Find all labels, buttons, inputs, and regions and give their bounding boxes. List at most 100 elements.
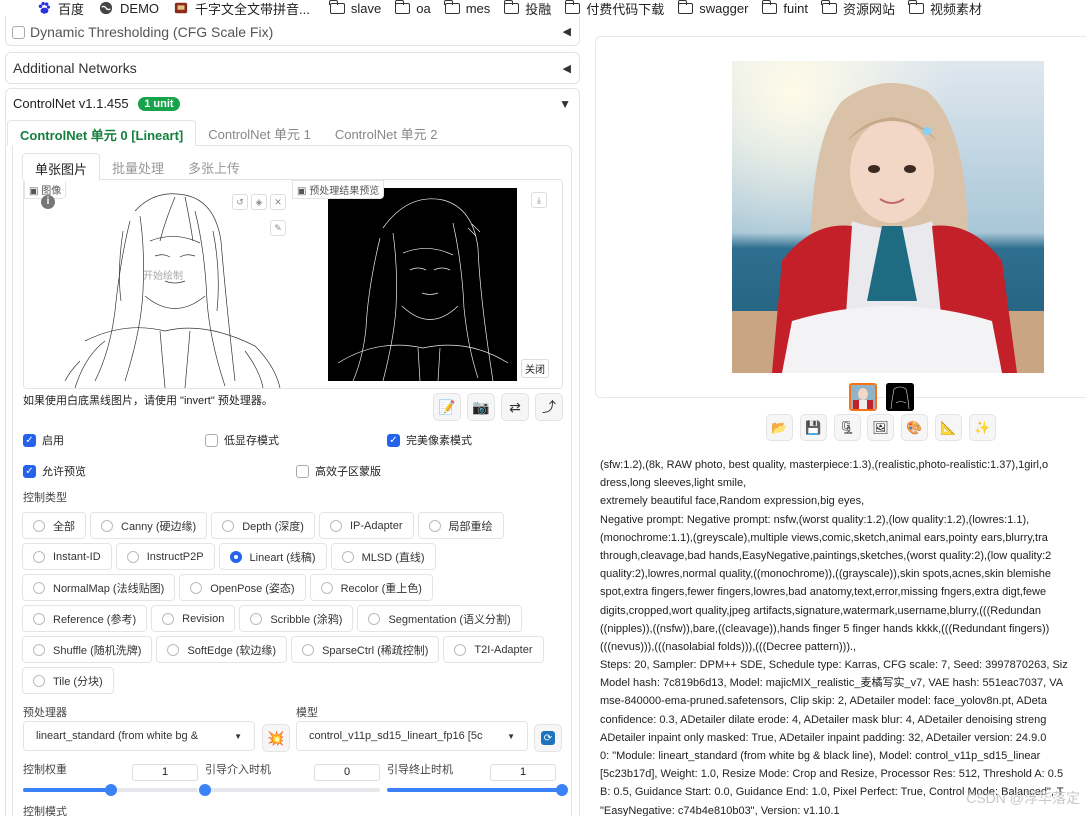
close-preview-button[interactable]: 关闭 <box>521 359 549 378</box>
tab-batch[interactable]: 批量处理 <box>100 153 176 181</box>
bookmark-label: mes <box>465 0 491 16</box>
radio-t2i-adapter[interactable]: T2I-Adapter <box>443 636 544 663</box>
input-canvas[interactable]: 开始绘制 <box>25 181 293 388</box>
weight-slider-handle[interactable] <box>104 784 117 796</box>
bookmark-fuint[interactable]: fuint <box>761 0 808 16</box>
additional-networks-accordion[interactable]: Additional Networks ◀ <box>5 52 580 84</box>
expand-arrow-icon[interactable]: ▼ <box>559 97 571 111</box>
download-icon[interactable]: ⤓ <box>531 192 547 208</box>
guidance-end-label: 引导终止时机 <box>387 764 453 776</box>
collapse-arrow-icon[interactable]: ◀ <box>563 62 571 75</box>
generated-image[interactable] <box>732 61 1044 373</box>
gallery-thumbnail-result[interactable] <box>849 383 877 411</box>
bookmark-tourong[interactable]: 投融 <box>503 0 551 16</box>
radio-dot <box>162 612 175 625</box>
bookmark-baidu[interactable]: 百度 <box>36 0 84 16</box>
tab-multi-upload[interactable]: 多张上传 <box>176 153 252 181</box>
weight-input[interactable]: 1 <box>132 764 198 781</box>
undo-icon[interactable]: ↺ <box>232 194 248 210</box>
radio-reference[interactable]: Reference (参考) <box>22 605 148 632</box>
radio-revision[interactable]: Revision <box>151 605 236 632</box>
bookmark-paid-code[interactable]: 付费代码下载 <box>564 0 664 16</box>
zip-icon[interactable]: 🗜 <box>834 414 861 441</box>
radio-recolor[interactable]: Recolor (重上色) <box>309 574 433 601</box>
radio-depth[interactable]: Depth (深度) <box>211 512 315 539</box>
send-icon[interactable]: ⤴ <box>535 393 563 421</box>
radio-all[interactable]: 全部 <box>22 512 86 539</box>
guidance-start-slider-handle[interactable] <box>199 784 211 796</box>
radio-ip-adapter[interactable]: IP-Adapter <box>318 512 414 539</box>
run-preprocessor-icon[interactable]: 💥 <box>262 724 290 752</box>
radio-dot <box>190 581 203 594</box>
radio-segmentation[interactable]: Segmentation (语义分割) <box>357 605 522 632</box>
radio-inpaint[interactable]: 局部重绘 <box>417 512 504 539</box>
edit-icon[interactable]: 📝 <box>433 393 461 421</box>
eraser-icon[interactable]: ◈ <box>251 194 267 210</box>
bookmark-mes[interactable]: mes <box>444 0 491 16</box>
bookmark-demo[interactable]: DEMO <box>98 0 159 16</box>
swap-icon[interactable]: ⇄ <box>501 393 529 421</box>
radio-instructp2p[interactable]: InstructP2P <box>115 543 215 570</box>
tab-unit-1[interactable]: ControlNet 单元 1 <box>196 120 323 146</box>
bookmark-oa[interactable]: oa <box>394 0 431 16</box>
guidance-end-slider-handle[interactable] <box>556 784 568 796</box>
radio-sparsectrl[interactable]: SparseCtrl (稀疏控制) <box>291 636 440 663</box>
tab-single-image[interactable]: 单张图片 <box>22 153 101 181</box>
collapse-arrow-icon[interactable]: ◀ <box>563 25 571 38</box>
bookmark-slave[interactable]: slave <box>329 0 381 16</box>
camera-icon[interactable]: 📷 <box>467 393 495 421</box>
gallery-thumbnail-lineart[interactable] <box>886 383 914 411</box>
close-icon[interactable]: ✕ <box>270 194 286 210</box>
radio-tile[interactable]: Tile (分块) <box>22 667 114 694</box>
sparkle-icon[interactable]: ✨ <box>969 414 996 441</box>
save-icon[interactable]: 💾 <box>800 414 827 441</box>
bookmark-swagger[interactable]: swagger <box>677 0 748 16</box>
folder-icon <box>564 0 581 14</box>
radio-mlsd[interactable]: MLSD (直线) <box>330 543 436 570</box>
efficient-mask-checkbox[interactable]: 高效子区蒙版 <box>296 463 381 479</box>
radio-shuffle[interactable]: Shuffle (随机洗牌) <box>22 636 153 663</box>
pixel-perfect-checkbox[interactable]: ✓ 完美像素模式 <box>387 432 472 448</box>
book-site-icon <box>174 2 188 14</box>
send-to-inpaint-icon[interactable]: 🎨 <box>901 414 928 441</box>
image-mode-tabs: 单张图片 批量处理 多张上传 <box>22 153 252 181</box>
bookmark-label: 千字文全文带拼音... <box>195 1 310 17</box>
send-to-extras-icon[interactable]: 📐 <box>935 414 962 441</box>
bookmark-resources[interactable]: 资源网站 <box>821 0 895 16</box>
radio-label: Reference (参考) <box>53 613 137 626</box>
send-to-img2img-icon[interactable]: 🖼 <box>867 414 894 441</box>
controlnet-title[interactable]: ControlNet v1.1.455 <box>13 96 129 111</box>
guidance-start-slider-track[interactable] <box>199 784 380 796</box>
radio-normalmap[interactable]: NormalMap (法线贴图) <box>22 574 176 601</box>
radio-instant-id[interactable]: Instant-ID <box>22 543 112 570</box>
tab-unit-2[interactable]: ControlNet 单元 2 <box>323 120 450 146</box>
model-select[interactable]: control_v11p_sd15_lineart_fp16 [5c ▼ <box>296 721 528 751</box>
guidance-end-input[interactable]: 1 <box>490 764 556 781</box>
folder-icon <box>908 0 925 14</box>
refresh-icon[interactable]: ⟳ <box>534 724 562 752</box>
preprocessor-select[interactable]: lineart_standard (from white bg & ▼ <box>23 721 255 751</box>
tab-unit-0[interactable]: ControlNet 单元 0 [Lineart] <box>7 120 197 146</box>
brush-icon[interactable]: ✎ <box>270 220 286 236</box>
radio-scribble[interactable]: Scribble (涂鸦) <box>239 605 354 632</box>
radio-openpose[interactable]: OpenPose (姿态) <box>179 574 306 601</box>
radio-dot <box>33 674 45 687</box>
bookmark-qianziwen[interactable]: 千字文全文带拼音... <box>173 0 310 16</box>
low-vram-checkbox[interactable]: 低显存模式 <box>205 432 279 448</box>
info-icon[interactable]: i <box>41 195 55 209</box>
radio-softedge[interactable]: SoftEdge (软边缘) <box>156 636 288 663</box>
dynamic-thresholding-checkbox[interactable] <box>12 26 25 39</box>
guidance-end-slider-track[interactable] <box>387 784 568 796</box>
baidu-paw-icon <box>38 1 50 14</box>
info-line: Model hash: 7c819b6d13, Model: majicMIX_… <box>600 677 1064 690</box>
weight-slider-track[interactable] <box>23 784 198 796</box>
open-folder-icon[interactable]: 📂 <box>766 414 793 441</box>
radio-canny[interactable]: Canny (硬边缘) <box>90 512 208 539</box>
pixel-perfect-label: 完美像素模式 <box>406 435 472 447</box>
radio-lineart[interactable]: Lineart (线稿) <box>218 543 327 570</box>
enable-checkbox[interactable]: ✓ 启用 <box>23 432 64 448</box>
bookmark-video[interactable]: 视频素材 <box>908 0 982 16</box>
guidance-start-input[interactable]: 0 <box>314 764 380 781</box>
dynamic-thresholding-accordion[interactable]: Dynamic Thresholding (CFG Scale Fix) ◀ <box>5 16 580 46</box>
allow-preview-checkbox[interactable]: ✓ 允许预览 <box>23 463 86 479</box>
